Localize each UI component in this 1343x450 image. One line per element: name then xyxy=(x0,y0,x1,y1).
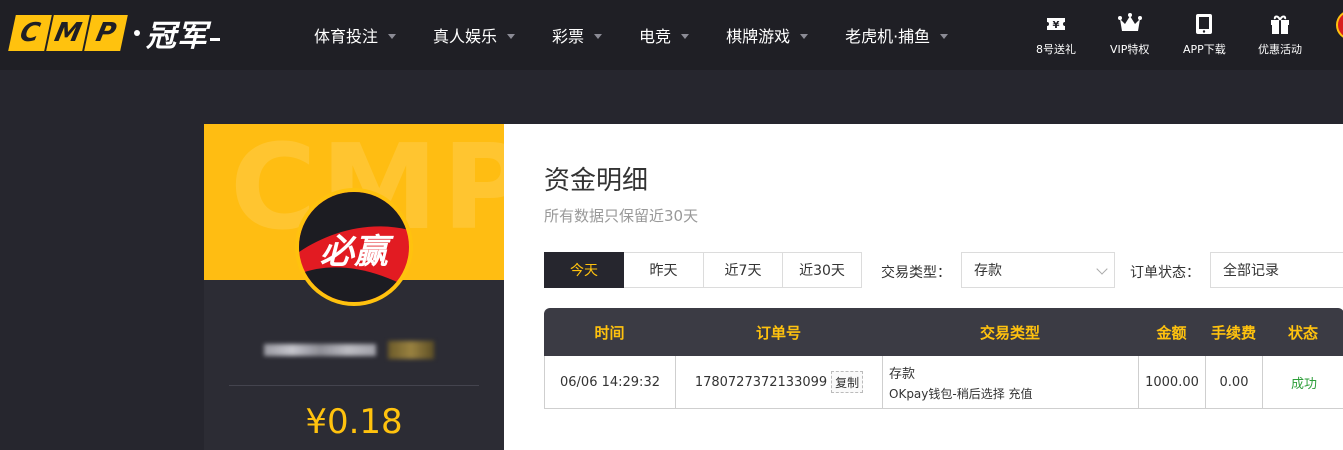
nav-item-slots-fishing[interactable]: 老虎机·捕鱼 xyxy=(845,23,949,47)
logo-chinese-name: 冠军 xyxy=(146,19,208,54)
username-masked xyxy=(264,340,444,360)
nav-item-sports[interactable]: 体育投注 xyxy=(314,23,397,47)
top-header: C M P 冠军 体育投注 真人娱乐 彩票 电竞 棋牌游戏 老虎机·捕鱼 ¥ 8… xyxy=(0,0,1343,70)
profile-avatar: 必赢 xyxy=(295,188,413,306)
select-value: 全部记录 xyxy=(1223,263,1279,279)
nav-item-live-casino[interactable]: 真人娱乐 xyxy=(433,23,516,47)
logo-dot xyxy=(134,30,140,36)
date-range-tabs: 今天 昨天 近7天 近30天 xyxy=(544,252,862,288)
select-value: 存款 xyxy=(974,263,1002,279)
logo-letter-m: M xyxy=(46,15,90,51)
quick-link-app-download[interactable]: APP下载 xyxy=(1183,12,1226,57)
chevron-down-icon xyxy=(507,33,516,39)
transaction-method: OKpay钱包-稍后选择 充值 xyxy=(889,386,1033,401)
column-header-order-no: 订单号 xyxy=(755,323,801,342)
page-subtitle: 所有数据只保留近30天 xyxy=(544,207,699,225)
chevron-down-icon xyxy=(800,33,809,39)
quick-link-vip[interactable]: VIP特权 xyxy=(1110,12,1149,57)
transaction-type: 存款 xyxy=(889,366,916,382)
order-status-select[interactable]: 全部记录 xyxy=(1210,252,1343,288)
page-title: 资金明细 xyxy=(544,166,649,196)
column-header-time: 时间 xyxy=(594,323,625,342)
cell-amount: 1000.00 xyxy=(1139,356,1206,408)
nav-item-lottery[interactable]: 彩票 xyxy=(552,23,603,47)
nav-label: 真人娱乐 xyxy=(433,27,498,46)
transaction-type-label: 交易类型： xyxy=(881,265,951,281)
nav-item-esports[interactable]: 电竞 xyxy=(639,23,690,47)
nav-label: 彩票 xyxy=(552,27,585,46)
column-header-fee: 手续费 xyxy=(1210,323,1256,342)
masked-vip-badge xyxy=(388,341,434,359)
nav-label: 体育投注 xyxy=(314,27,379,46)
column-header-amount: 金额 xyxy=(1156,323,1187,342)
transaction-type-select[interactable]: 存款 xyxy=(961,252,1115,288)
main-nav: 体育投注 真人娱乐 彩票 电竞 棋牌游戏 老虎机·捕鱼 xyxy=(314,0,985,70)
status-badge: 成功 xyxy=(1290,376,1317,392)
order-status-label: 订单状态： xyxy=(1130,265,1200,281)
fund-details-panel: 资金明细 所有数据只保留近30天 今天 昨天 近7天 近30天 交易类型： 存款… xyxy=(504,124,1343,450)
tab-yesterday[interactable]: 昨天 xyxy=(624,252,704,288)
chevron-down-icon xyxy=(940,33,949,39)
tab-today[interactable]: 今天 xyxy=(544,252,624,288)
column-header-type: 交易类型 xyxy=(979,323,1040,342)
cell-type: 存款 OKpay钱包-稍后选择 充值 xyxy=(883,356,1139,408)
cell-fee: 0.00 xyxy=(1206,356,1263,408)
ticket-yen-icon: ¥ xyxy=(1043,12,1069,36)
site-logo[interactable]: C M P 冠军 xyxy=(8,14,220,54)
nav-label: 棋牌游戏 xyxy=(726,27,791,46)
order-number: 1780727372133099 xyxy=(694,374,828,390)
crown-icon xyxy=(1117,12,1143,36)
cell-order-no: 1780727372133099 复制 xyxy=(676,356,883,408)
profile-card: CMP 必赢 ¥0.18 xyxy=(204,124,504,450)
nav-label: 电竞 xyxy=(639,27,672,46)
chevron-down-icon xyxy=(388,33,397,39)
phone-icon xyxy=(1191,12,1217,36)
nav-label: 老虎机·捕鱼 xyxy=(845,27,931,46)
logo-dash xyxy=(210,37,220,41)
chevron-down-icon xyxy=(681,33,690,39)
quick-link-label: 优惠活动 xyxy=(1258,43,1302,56)
quick-link-label: APP下载 xyxy=(1183,43,1226,56)
avatar-logo: 必赢 xyxy=(299,192,409,302)
quick-link-promotions[interactable]: 优惠活动 xyxy=(1258,12,1302,57)
svg-text:¥: ¥ xyxy=(1053,20,1060,31)
quick-link-label: 8号送礼 xyxy=(1036,43,1076,56)
user-avatar-button[interactable] xyxy=(1336,10,1343,40)
account-balance: ¥0.18 xyxy=(305,402,403,442)
table-header: 时间 订单号 交易类型 金额 手续费 状态 xyxy=(544,308,1343,356)
tab-last-30-days[interactable]: 近30天 xyxy=(783,252,862,288)
copy-order-button[interactable]: 复制 xyxy=(831,371,864,393)
cell-time: 06/06 14:29:32 xyxy=(545,356,676,408)
chevron-down-icon xyxy=(594,33,603,39)
logo-letter-c: C xyxy=(8,15,52,51)
divider xyxy=(229,385,479,386)
avatar-brand-text: 必赢 xyxy=(320,232,388,272)
column-header-status: 状态 xyxy=(1287,323,1318,342)
table-row: 06/06 14:29:32 1780727372133099 复制 存款 OK… xyxy=(544,356,1343,409)
logo-letter-p: P xyxy=(84,15,128,51)
quick-link-label: VIP特权 xyxy=(1110,43,1150,56)
gift-icon xyxy=(1267,12,1293,36)
tab-last-7-days[interactable]: 近7天 xyxy=(704,252,783,288)
masked-username xyxy=(264,344,376,356)
nav-item-card-games[interactable]: 棋牌游戏 xyxy=(726,23,809,47)
quick-link-gift-day[interactable]: ¥ 8号送礼 xyxy=(1036,12,1076,57)
chevron-down-icon xyxy=(1096,263,1108,275)
